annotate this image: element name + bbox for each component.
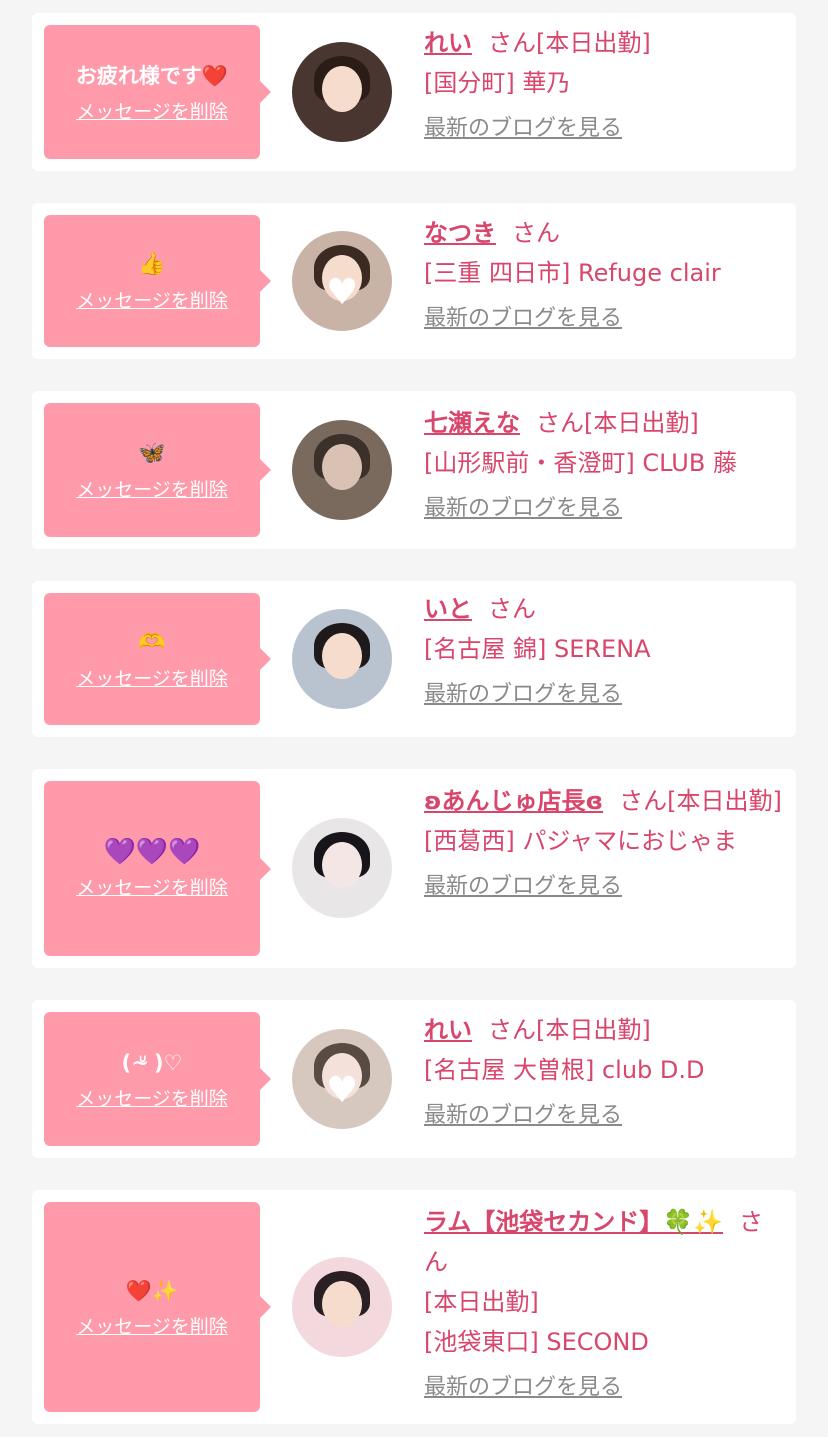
delete-message-link[interactable]: メッセージを削除 bbox=[76, 97, 228, 124]
message-text: お疲れ様です❤️ bbox=[75, 63, 229, 88]
shop-name: [山形駅前・香澄町] CLUB 藤 bbox=[424, 449, 737, 477]
status-badge: [本日出勤] bbox=[584, 409, 699, 437]
cast-name-link[interactable]: 七瀬えな bbox=[424, 409, 520, 437]
message-card: 🦋 メッセージを削除 七瀬えな さん[本日出勤] [山形駅前・香澄町] CLUB … bbox=[32, 391, 796, 549]
delete-message-link[interactable]: メッセージを削除 bbox=[76, 873, 228, 900]
honorific: さん bbox=[536, 409, 584, 437]
avatar[interactable] bbox=[292, 420, 392, 520]
latest-blog-link[interactable]: 最新のブログを見る bbox=[424, 867, 622, 907]
shop-name: [池袋東口] SECOND bbox=[424, 1328, 649, 1356]
latest-blog-link[interactable]: 最新のブログを見る bbox=[424, 1096, 622, 1136]
delete-message-link[interactable]: メッセージを削除 bbox=[76, 475, 228, 502]
heart-icon: ♥ bbox=[326, 1070, 359, 1111]
cast-info: れい さん[本日出勤] [名古屋 大曽根] club D.D 最新のブログを見る bbox=[424, 1010, 782, 1136]
message-text: 👍 bbox=[138, 251, 166, 277]
cast-info: ʚあんじゅ店長ɞ さん[本日出勤] [西葛西] パジャマにおじゃま 最新のブログを… bbox=[424, 781, 782, 907]
cast-name-link[interactable]: ʚあんじゅ店長ɞ bbox=[424, 787, 603, 815]
cast-name-link[interactable]: れい bbox=[424, 29, 472, 57]
message-bubble: 🦋 メッセージを削除 bbox=[44, 403, 271, 537]
latest-blog-link[interactable]: 最新のブログを見る bbox=[424, 489, 622, 529]
message-card: 👍 メッセージを削除 ♥ なつき さん [三重 四日市] Refuge clair… bbox=[32, 203, 796, 359]
cast-info: ラム【池袋セカンド】🍀✨ さん [本日出勤] [池袋東口] SECOND 最新のブ… bbox=[424, 1202, 782, 1408]
message-card: 💜💜💜 メッセージを削除 ʚあんじゅ店長ɞ さん[本日出勤] [西葛西] パジャマ… bbox=[32, 769, 796, 968]
honorific: さん bbox=[512, 219, 560, 247]
message-card: ( ᐡ̴ )♡ メッセージを削除 ♥ れい さん[本日出勤] [名古屋 大曽根] … bbox=[32, 1000, 796, 1158]
honorific: さん bbox=[488, 595, 536, 623]
status-badge: [本日出勤] bbox=[667, 787, 782, 815]
message-text: 🦋 bbox=[138, 440, 166, 466]
message-card: ❤️✨ メッセージを削除 ラム【池袋セカンド】🍀✨ さん [本日出勤] [池袋東口… bbox=[32, 1190, 796, 1424]
message-list: お疲れ様です❤️ メッセージを削除 れい さん[本日出勤] [国分町] 華乃 最新… bbox=[0, 0, 828, 1437]
delete-message-link[interactable]: メッセージを削除 bbox=[76, 1312, 228, 1339]
cast-info: 七瀬えな さん[本日出勤] [山形駅前・香澄町] CLUB 藤 最新のブログを見る bbox=[424, 403, 782, 529]
cast-info: れい さん[本日出勤] [国分町] 華乃 最新のブログを見る bbox=[424, 23, 782, 149]
avatar[interactable] bbox=[292, 1257, 392, 1357]
delete-message-link[interactable]: メッセージを削除 bbox=[76, 664, 228, 691]
message-card: 🫶 メッセージを削除 いと さん [名古屋 錦] SERENA 最新のブログを見る bbox=[32, 581, 796, 737]
message-text: 🫶 bbox=[138, 629, 166, 655]
cast-name-link[interactable]: ラム【池袋セカンド】🍀✨ bbox=[424, 1208, 723, 1236]
latest-blog-link[interactable]: 最新のブログを見る bbox=[424, 1368, 622, 1408]
cast-name-link[interactable]: いと bbox=[424, 595, 472, 623]
cast-name-link[interactable]: れい bbox=[424, 1016, 472, 1044]
shop-name: [西葛西] パジャマにおじゃま bbox=[424, 827, 738, 855]
avatar[interactable] bbox=[292, 42, 392, 142]
cast-info: いと さん [名古屋 錦] SERENA 最新のブログを見る bbox=[424, 589, 782, 715]
avatar[interactable]: ♥ bbox=[292, 231, 392, 331]
honorific: さん bbox=[488, 29, 536, 57]
delete-message-link[interactable]: メッセージを削除 bbox=[76, 1084, 228, 1111]
message-bubble: ❤️✨ メッセージを削除 bbox=[44, 1202, 271, 1412]
cast-info: なつき さん [三重 四日市] Refuge clair 最新のブログを見る bbox=[424, 213, 782, 339]
latest-blog-link[interactable]: 最新のブログを見る bbox=[424, 299, 622, 339]
honorific: さん bbox=[619, 787, 668, 815]
shop-name: [名古屋 大曽根] club D.D bbox=[424, 1056, 705, 1084]
shop-name: [名古屋 錦] SERENA bbox=[424, 635, 651, 663]
shop-name: [国分町] 華乃 bbox=[424, 69, 571, 97]
message-text: ❤️✨ bbox=[125, 1278, 179, 1303]
message-bubble: 🫶 メッセージを削除 bbox=[44, 593, 271, 725]
avatar[interactable] bbox=[292, 818, 392, 918]
avatar[interactable] bbox=[292, 609, 392, 709]
status-badge: [本日出勤] bbox=[424, 1288, 539, 1316]
latest-blog-link[interactable]: 最新のブログを見る bbox=[424, 675, 622, 715]
message-bubble: お疲れ様です❤️ メッセージを削除 bbox=[44, 25, 271, 159]
heart-icon: ♥ bbox=[326, 272, 359, 313]
message-bubble: ( ᐡ̴ )♡ メッセージを削除 bbox=[44, 1012, 271, 1146]
status-badge: [本日出勤] bbox=[536, 1016, 651, 1044]
latest-blog-link[interactable]: 最新のブログを見る bbox=[424, 109, 622, 149]
message-text: ( ᐡ̴ )♡ bbox=[121, 1050, 183, 1075]
message-bubble: 💜💜💜 メッセージを削除 bbox=[44, 781, 271, 956]
honorific: さん bbox=[488, 1016, 536, 1044]
avatar[interactable]: ♥ bbox=[292, 1029, 392, 1129]
message-text: 💜💜💜 bbox=[103, 837, 201, 867]
shop-name: [三重 四日市] Refuge clair bbox=[424, 259, 721, 287]
cast-name-link[interactable]: なつき bbox=[424, 219, 496, 247]
status-badge: [本日出勤] bbox=[536, 29, 651, 57]
delete-message-link[interactable]: メッセージを削除 bbox=[76, 286, 228, 313]
message-card: お疲れ様です❤️ メッセージを削除 れい さん[本日出勤] [国分町] 華乃 最新… bbox=[32, 13, 796, 171]
message-bubble: 👍 メッセージを削除 bbox=[44, 215, 271, 347]
